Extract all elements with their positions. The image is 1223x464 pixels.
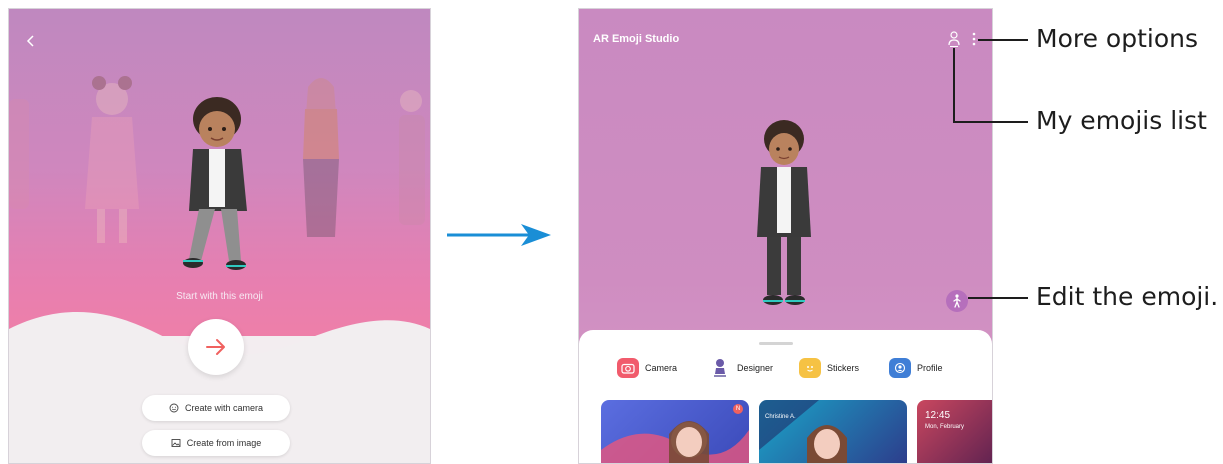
menu-label-designer: Designer <box>737 363 774 373</box>
image-icon <box>171 439 181 447</box>
smiley-icon <box>169 403 179 413</box>
menu-item-designer[interactable]: Designer <box>709 358 773 378</box>
avatar-option-left[interactable] <box>77 69 147 249</box>
app-title: AR Emoji Studio <box>593 33 680 45</box>
sheet-handle[interactable] <box>759 342 793 345</box>
next-button[interactable] <box>188 319 244 375</box>
menu-item-stickers[interactable]: Stickers <box>799 358 859 378</box>
start-with-emoji-label: Start with this emoji <box>176 291 263 302</box>
callout-my-emojis-list: My emojis list <box>1036 106 1207 135</box>
thumbnail-3[interactable]: 12:45 Mon, February <box>917 400 992 463</box>
emoji-avatar <box>757 120 811 305</box>
callout-edit-emoji: Edit the emoji. <box>1036 282 1219 311</box>
avatar-option-far-right <box>399 90 425 225</box>
menu-item-camera[interactable]: Camera <box>617 358 677 378</box>
avatar-option-far-left <box>9 99 29 209</box>
selected-emoji-avatar <box>183 97 247 270</box>
thumbnail-2[interactable]: Christine A. <box>759 400 907 463</box>
create-with-camera-label: Create with camera <box>184 403 264 413</box>
ar-emoji-studio-screen: AR Emoji Studio Camera Designer Stickers… <box>578 8 993 464</box>
more-options-icon[interactable] <box>971 31 977 47</box>
thumbnail-1-illustration <box>601 421 749 463</box>
lockscreen-date: Mon, February <box>925 424 965 430</box>
walking-figure-icon <box>953 294 961 308</box>
profile-icon <box>889 358 911 378</box>
callout-more-options: More options <box>1036 24 1198 53</box>
edit-emoji-button[interactable] <box>946 290 968 312</box>
menu-item-profile[interactable]: Profile <box>889 358 943 378</box>
flow-arrow-icon <box>447 224 551 246</box>
menu-label-stickers: Stickers <box>827 363 860 373</box>
my-emojis-icon[interactable] <box>947 31 961 47</box>
emoji-creation-screen: Start with this emoji Create with camera… <box>8 8 431 464</box>
create-from-image-button[interactable]: Create from image <box>142 430 290 456</box>
caller-name: Christine A. <box>765 414 796 420</box>
create-from-image-label: Create from image <box>186 438 262 448</box>
bottom-sheet: Camera Designer Stickers Profile N Chris… <box>579 330 992 463</box>
create-with-camera-button[interactable]: Create with camera <box>142 395 290 421</box>
camera-icon <box>617 358 639 378</box>
thumbnail-2-illustration <box>759 400 847 463</box>
back-icon[interactable] <box>23 33 39 49</box>
designer-icon <box>709 358 731 378</box>
arrow-right-icon <box>206 339 225 355</box>
menu-label-profile: Profile <box>917 363 943 373</box>
menu-label-camera: Camera <box>645 363 678 373</box>
thumbnail-1[interactable]: N <box>601 400 749 463</box>
studio-menu: Camera Designer Stickers Profile <box>579 358 992 382</box>
lockscreen-time: 12:45 <box>925 410 951 421</box>
avatar-option-right[interactable] <box>291 69 351 249</box>
new-badge: N <box>733 404 743 414</box>
stickers-icon <box>799 358 821 378</box>
